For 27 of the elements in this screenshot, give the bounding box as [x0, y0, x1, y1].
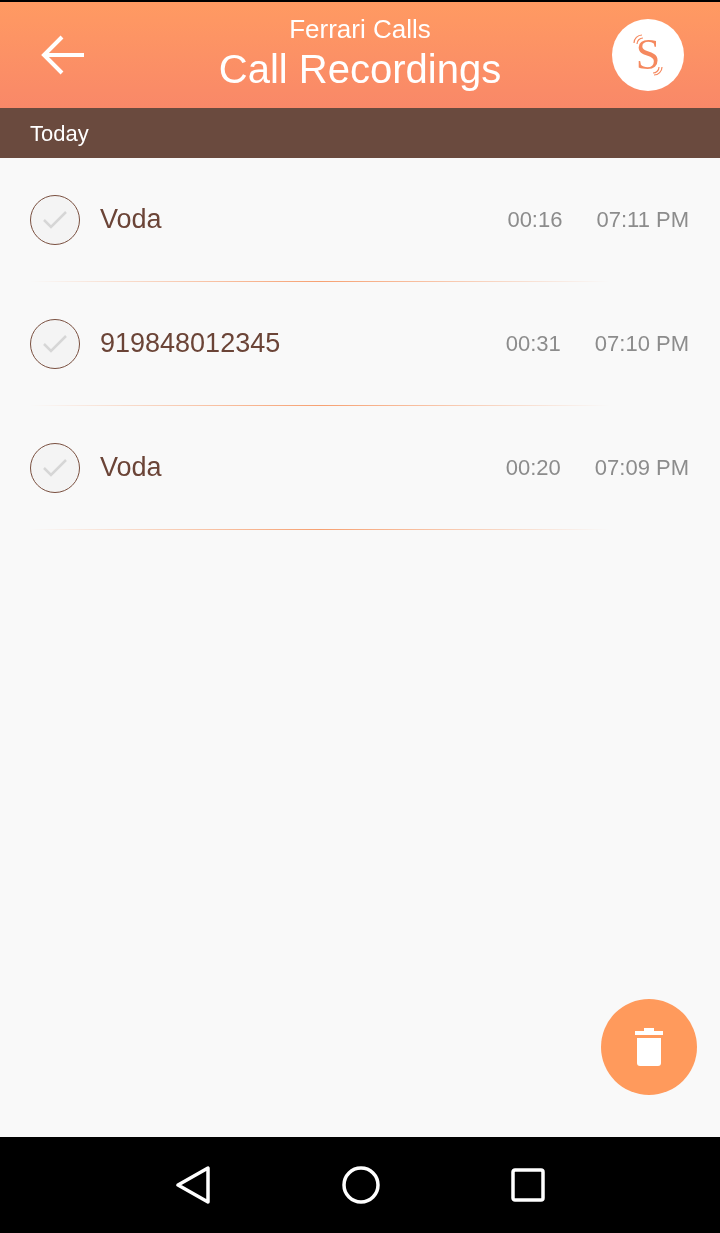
checkbox[interactable]: [30, 194, 80, 245]
caller-name: Voda: [100, 451, 163, 485]
call-duration: 00:20: [505, 454, 561, 482]
checkbox[interactable]: [30, 318, 80, 369]
recording-row[interactable]: Voda 00:16 07:11 PM: [0, 158, 720, 281]
check-icon: [42, 457, 68, 478]
recording-row[interactable]: Voda 00:20 07:09 PM: [0, 406, 720, 529]
call-time: 07:11 PM: [596, 206, 689, 234]
screen-title: Call Recordings: [218, 46, 502, 93]
call-time: 07:09 PM: [594, 454, 689, 482]
trash-icon: [635, 1028, 663, 1066]
checkbox[interactable]: [30, 442, 80, 493]
check-icon: [42, 209, 68, 230]
home-circle-icon: [342, 1166, 380, 1204]
app-logo: S: [612, 19, 684, 91]
call-duration: 00:31: [505, 330, 561, 358]
caller-name: Voda: [100, 203, 163, 237]
back-arrow-icon: [40, 35, 86, 75]
call-duration: 00:16: [507, 206, 563, 234]
app-subtitle: Ferrari Calls: [289, 13, 431, 45]
caller-name: 919848012345: [100, 327, 282, 361]
call-time: 07:10 PM: [594, 330, 689, 358]
back-triangle-icon: [175, 1166, 212, 1204]
check-icon: [42, 333, 68, 354]
section-label: Today: [30, 119, 89, 148]
recording-row[interactable]: 919848012345 00:31 07:10 PM: [0, 282, 720, 405]
recents-square-icon: [510, 1168, 545, 1202]
